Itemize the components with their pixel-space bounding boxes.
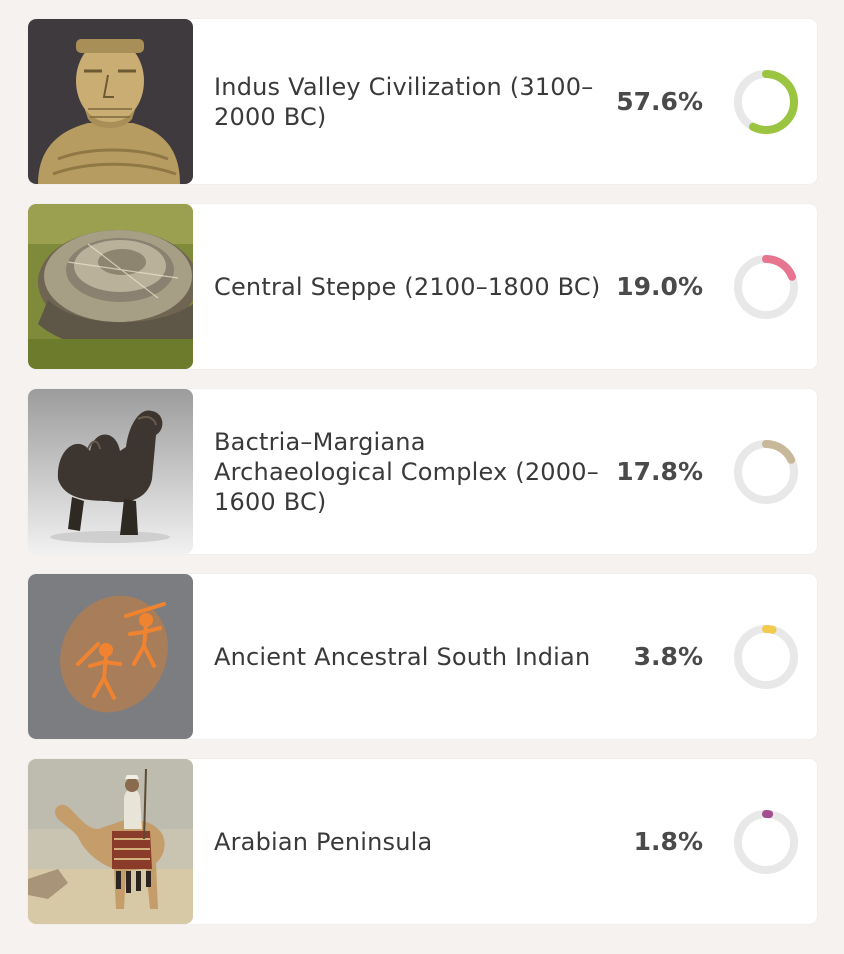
population-card-bactria-margiana[interactable]: Bactria–Margiana Archaeological Complex …	[28, 389, 817, 554]
population-card-central-steppe[interactable]: Central Steppe (2100–1800 BC) 19.0%	[28, 204, 817, 369]
population-name: Central Steppe (2100–1800 BC)	[214, 272, 601, 301]
camel-rider-painting-image	[28, 759, 193, 924]
stone-bust-statue-image	[28, 19, 193, 184]
ancestry-composition-list: Indus Valley Civilization (3100– 2000 BC…	[0, 0, 844, 954]
population-name: Indus Valley Civilization (3100– 2000 BC…	[214, 72, 594, 131]
population-name: Arabian Peninsula	[214, 827, 433, 856]
population-percent: 57.6%	[616, 87, 703, 116]
population-name: Ancient Ancestral South Indian	[214, 642, 591, 671]
population-percent: 1.8%	[633, 827, 703, 856]
rock-art-figures-image	[28, 574, 193, 739]
circular-fortified-settlement-image	[28, 204, 193, 369]
percentage-ring	[732, 253, 800, 321]
population-card-arabian-peninsula[interactable]: Arabian Peninsula 1.8%	[28, 759, 817, 924]
bronze-camel-figurine-image	[28, 389, 193, 554]
population-card-ancient-ancestral-south-indian[interactable]: Ancient Ancestral South Indian 3.8%	[28, 574, 817, 739]
percentage-ring	[732, 438, 800, 506]
percentage-ring	[732, 68, 800, 136]
percentage-ring	[732, 808, 800, 876]
population-card-indus-valley[interactable]: Indus Valley Civilization (3100– 2000 BC…	[28, 19, 817, 184]
population-percent: 19.0%	[616, 272, 703, 301]
population-name: Bactria–Margiana Archaeological Complex …	[214, 427, 599, 516]
population-percent: 17.8%	[616, 457, 703, 486]
population-percent: 3.8%	[633, 642, 703, 671]
percentage-ring	[732, 623, 800, 691]
